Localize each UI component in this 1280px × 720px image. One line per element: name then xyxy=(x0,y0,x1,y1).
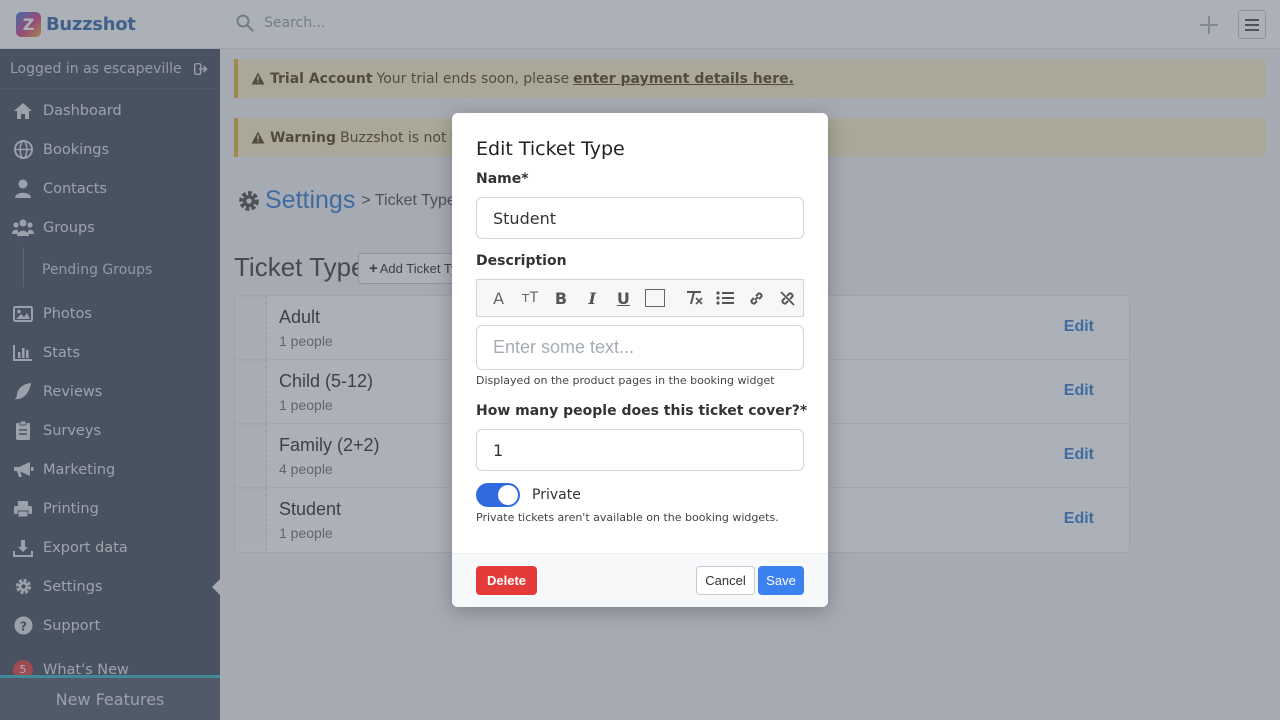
dialog-footer: Delete Cancel Save xyxy=(452,553,828,607)
clear-format-icon[interactable] xyxy=(678,284,709,312)
editor-toolbar: A тT B I U xyxy=(476,279,804,317)
text-size-icon[interactable]: тT xyxy=(514,284,545,312)
edit-ticket-type-dialog: Edit Ticket Type Name* Description A тT … xyxy=(452,113,828,607)
toggle-knob xyxy=(498,485,518,505)
list-icon[interactable] xyxy=(709,284,740,312)
save-button[interactable]: Save xyxy=(758,566,804,595)
description-editor[interactable] xyxy=(476,325,804,370)
private-label: Private xyxy=(532,487,581,503)
private-help: Private tickets aren't available on the … xyxy=(476,511,779,524)
description-label: Description xyxy=(476,253,567,269)
description-help: Displayed on the product pages in the bo… xyxy=(476,374,775,387)
name-label: Name* xyxy=(476,171,529,187)
people-count-input[interactable] xyxy=(476,429,804,471)
underline-icon[interactable]: U xyxy=(608,284,639,312)
italic-icon[interactable]: I xyxy=(577,284,608,312)
cancel-button[interactable]: Cancel xyxy=(696,566,755,595)
private-toggle[interactable] xyxy=(476,483,520,507)
people-label: How many people does this ticket cover?* xyxy=(476,403,808,419)
name-input[interactable] xyxy=(476,197,804,239)
unlink-icon[interactable] xyxy=(772,284,803,312)
bold-icon[interactable]: B xyxy=(545,284,576,312)
delete-button[interactable]: Delete xyxy=(476,566,537,595)
font-icon[interactable]: A xyxy=(483,284,514,312)
color-swatch-icon[interactable] xyxy=(639,284,670,312)
dialog-title: Edit Ticket Type xyxy=(476,138,625,160)
link-icon[interactable] xyxy=(741,284,772,312)
